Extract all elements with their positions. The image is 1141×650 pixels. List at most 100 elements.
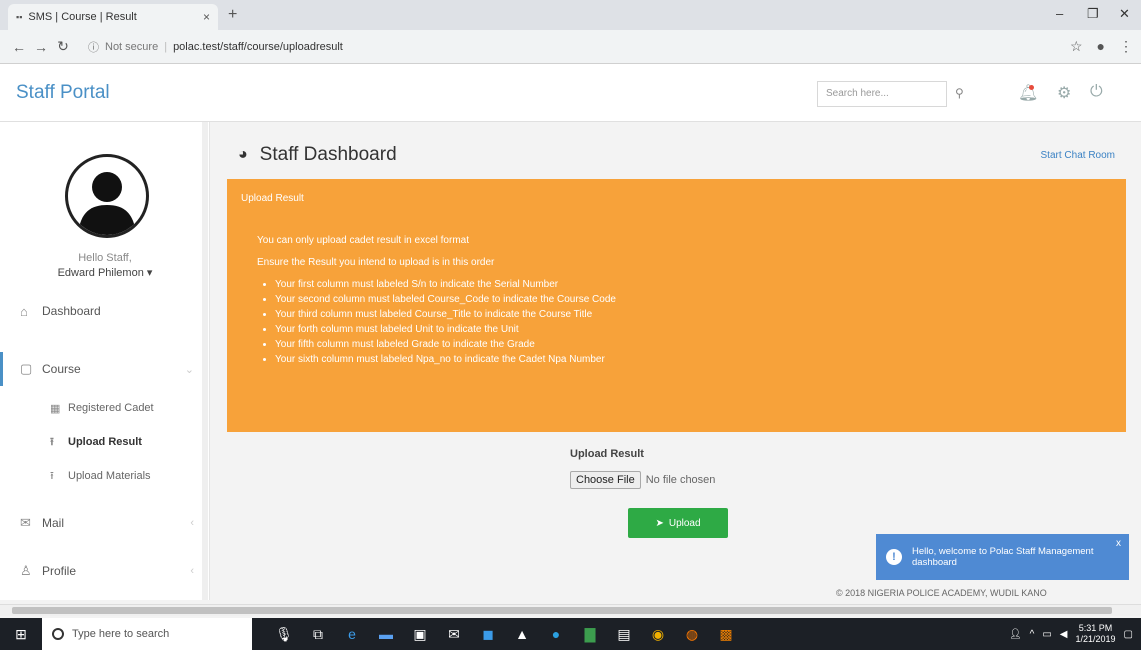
upload-icon: ⭱ (50, 435, 54, 448)
forward-icon[interactable]: → (30, 39, 52, 55)
store-icon[interactable]: ▣ (410, 624, 430, 644)
edge-icon[interactable]: e (342, 624, 362, 644)
microphone-icon[interactable]: 🎙︎ (274, 624, 294, 644)
upload-button-label: Upload (668, 517, 701, 529)
app-icon[interactable]: ◼ (478, 624, 498, 644)
footer-copyright: © 2018 NIGERIA POLICE ACADEMY, WUDIL KAN… (836, 588, 1047, 598)
upload-button[interactable]: ➤ Upload (628, 508, 728, 538)
info-icon[interactable]: ⓘ (88, 39, 99, 55)
sidebar-scrollbar[interactable] (202, 122, 208, 600)
scrollbar-thumb[interactable] (12, 607, 1112, 614)
home-icon: ⌂ (20, 303, 28, 319)
power-icon[interactable]: ⏻ (1090, 83, 1103, 101)
favicon-icon: ▪▪ (16, 12, 23, 22)
reload-icon[interactable]: ↻ (52, 38, 74, 55)
choose-file-button[interactable]: Choose File (570, 471, 641, 489)
list-item: Your third column must labeled Course_Ti… (275, 307, 616, 322)
tab-title: SMS | Course | Result (28, 11, 137, 23)
photos-icon[interactable]: ▲ (512, 624, 532, 644)
star-icon[interactable]: ☆ (1070, 38, 1083, 55)
app-icon[interactable]: ● (546, 624, 566, 644)
chevron-left-icon: ‹ (190, 517, 194, 529)
subitem-label: Upload Result (68, 436, 142, 448)
sidebar-item-label: Course (42, 362, 81, 376)
toast-close-button[interactable]: x (1116, 538, 1121, 549)
instructions-list: Your first column must labeled S/n to in… (275, 277, 616, 367)
mail-app-icon[interactable]: ✉ (444, 624, 464, 644)
sidebar-item-label: Mail (42, 516, 65, 530)
date: 1/21/2019 (1075, 634, 1116, 644)
close-window-icon[interactable]: ✕ (1119, 6, 1130, 22)
clock[interactable]: 5:31 PM 1/21/2019 (1076, 623, 1116, 645)
brand-title[interactable]: Staff Portal (16, 82, 110, 104)
sidebar-item-mail[interactable]: ✉ Mail ‹ (0, 506, 202, 540)
minimize-icon[interactable]: – (1056, 6, 1063, 21)
windows-start-icon[interactable]: ⊞ (0, 618, 42, 650)
volume-icon[interactable]: ◀ (1060, 629, 1068, 640)
app-icon[interactable]: ▤ (614, 624, 634, 644)
app-icon[interactable]: ▩ (716, 624, 736, 644)
gear-icon[interactable]: ⚙ (1057, 83, 1071, 103)
app-icon[interactable]: ▇ (580, 624, 600, 644)
upload-icon: ⭱ (50, 469, 54, 482)
panel-paragraph: You can only upload cadet result in exce… (257, 235, 469, 246)
browser-tab[interactable]: ▪▪ SMS | Course | Result × (8, 4, 218, 30)
page-title-text: Staff Dashboard (259, 144, 397, 165)
start-chat-room-link[interactable]: Start Chat Room (1041, 150, 1115, 161)
user-icon: ♙ (20, 563, 32, 578)
new-tab-button[interactable]: + (228, 6, 237, 24)
chrome-icon[interactable]: ◉ (648, 624, 668, 644)
panel-title: Upload Result (241, 193, 304, 204)
pie-chart-icon: ◕ (238, 146, 248, 163)
url-text: polac.test/staff/course/uploadresult (173, 40, 343, 53)
search-input[interactable]: Search here... (817, 81, 947, 107)
chevron-left-icon: ‹ (190, 565, 194, 577)
search-icon[interactable]: ⚲ (955, 86, 964, 100)
paper-plane-icon: ➤ (655, 517, 664, 529)
list-item: Your forth column must labeled Unit to i… (275, 322, 616, 337)
list-item: Your second column must labeled Course_C… (275, 292, 616, 307)
sidebar: Hello Staff, Edward Philemon ▾ ⌂ Dashboa… (0, 122, 210, 600)
welcome-toast: ! Hello, welcome to Polac Staff Manageme… (876, 534, 1129, 580)
notification-dot (1029, 85, 1034, 90)
panel-paragraph: Ensure the Result you intend to upload i… (257, 257, 495, 268)
back-icon[interactable]: ← (8, 39, 30, 55)
user-name-dropdown[interactable]: Edward Philemon ▾ (0, 266, 210, 279)
network-icon[interactable]: ▭ (1042, 629, 1051, 640)
chevron-up-icon[interactable]: ^ (1030, 629, 1035, 640)
system-tray: 👤︎ ^ ▭ ◀ 5:31 PM 1/21/2019 ▢ (1009, 618, 1133, 650)
instructions-panel: Upload Result You can only upload cadet … (227, 179, 1126, 432)
sidebar-subitem-upload-materials[interactable]: ⭱ Upload Materials (50, 462, 200, 490)
subitem-label: Registered Cadet (68, 402, 154, 414)
action-center-icon[interactable]: ▢ (1124, 629, 1133, 640)
list-item: Your fifth column must labeled Grade to … (275, 337, 616, 352)
app-header: Staff Portal Search here... ⚲ 🔔︎ ⚙ ⏻ (0, 64, 1141, 122)
toast-message: Hello, welcome to Polac Staff Management… (912, 546, 1094, 568)
sidebar-item-course[interactable]: ▢ Course ⌄ (0, 352, 202, 386)
sidebar-item-label: Profile (42, 564, 77, 578)
greeting-text: Hello Staff, (78, 252, 132, 264)
url-field[interactable]: ⓘ Not secure | polac.test/staff/course/u… (82, 35, 1062, 59)
sidebar-item-dashboard[interactable]: ⌂ Dashboard (0, 294, 202, 328)
sidebar-subitem-upload-result[interactable]: ⭱ Upload Result (50, 428, 200, 456)
taskbar-search-input[interactable]: Type here to search (42, 618, 252, 650)
sidebar-item-profile[interactable]: ♙ Profile ‹ (0, 554, 202, 588)
horizontal-scrollbar[interactable] (0, 604, 1141, 616)
task-view-icon[interactable]: ⧉ (308, 624, 328, 644)
account-icon[interactable]: ● (1097, 38, 1105, 55)
firefox-icon[interactable]: ◍ (682, 624, 702, 644)
file-status: No file chosen (645, 474, 716, 486)
sidebar-item-label: Dashboard (42, 304, 101, 318)
menu-icon[interactable]: ⋮ (1119, 38, 1133, 55)
maximize-icon[interactable]: ❐ (1087, 6, 1099, 22)
file-icon: ▢ (20, 361, 33, 376)
time: 5:31 PM (1078, 623, 1113, 633)
tab-close-button[interactable]: × (203, 10, 210, 24)
app-icon[interactable]: ▬ (376, 624, 396, 644)
page-title: ◕ Staff Dashboard (238, 144, 397, 166)
sidebar-subitem-registered-cadet[interactable]: ▦ Registered Cadet (50, 394, 200, 422)
address-bar: ← → ↻ ⓘ Not secure | polac.test/staff/co… (0, 30, 1141, 64)
info-icon: ! (886, 549, 902, 565)
people-icon[interactable]: 👤︎ (1009, 629, 1022, 640)
user-silhouette-icon (78, 172, 136, 235)
